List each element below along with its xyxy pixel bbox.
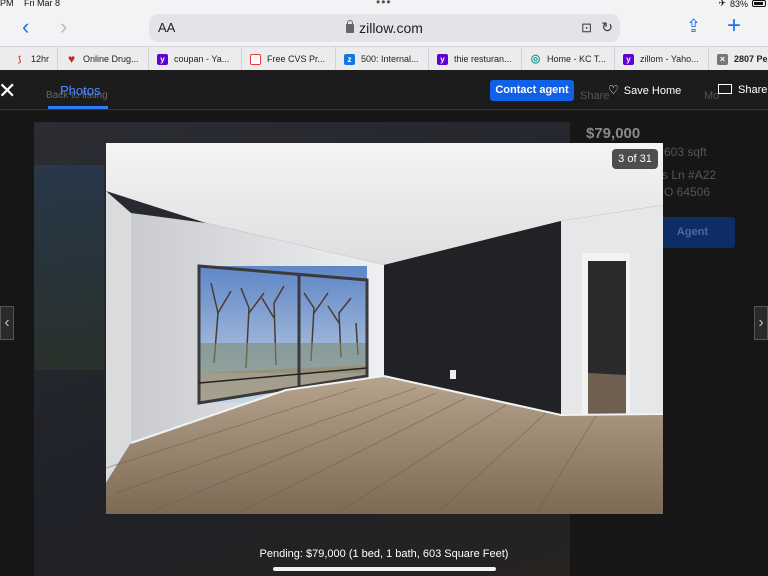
status-date: Fri Mar 8	[24, 0, 61, 8]
backdrop-thumbnail	[34, 165, 104, 370]
bookmark-label: zillom - Yaho...	[640, 54, 699, 64]
bookmark-item[interactable]: y zillom - Yaho...	[615, 47, 709, 70]
bookmarks-bar: ⟆ 12hr ♥ Online Drug... y coupan - Ya...…	[0, 46, 768, 70]
address-bar[interactable]: AA zillow.com ⊡ ↻	[149, 14, 620, 42]
status-bar: PM Fri Mar 8 ••• ✈︎ 83%	[0, 0, 768, 10]
close-icon[interactable]: ✕	[0, 78, 16, 104]
photo-counter-badge: 3 of 31	[612, 149, 658, 169]
active-tab-indicator	[48, 106, 108, 109]
bookmark-item[interactable]: z 500: Internal...	[336, 47, 429, 70]
next-photo-arrow-icon[interactable]: ›	[754, 306, 768, 340]
bookmark-label: 2807 Pe	[734, 54, 768, 64]
pdf-icon: ⟆	[17, 54, 22, 64]
bookmark-label: Free CVS Pr...	[267, 54, 326, 64]
bookmark-label: coupan - Ya...	[174, 54, 230, 64]
cvs-icon	[250, 53, 261, 65]
reload-icon[interactable]: ↻	[601, 19, 613, 36]
new-tab-plus-icon[interactable]: +	[727, 12, 741, 40]
bookmark-item[interactable]: y coupan - Ya...	[149, 47, 242, 70]
yahoo-icon: y	[157, 53, 168, 65]
lock-icon	[346, 20, 355, 33]
bookmark-label: Online Drug...	[83, 54, 139, 64]
bookmark-item[interactable]: ◎ Home - KC T...	[522, 47, 615, 70]
wifi-icon: ✈︎	[718, 0, 726, 8]
bookmark-item[interactable]: × 2807 Pe	[709, 47, 768, 70]
backdrop-price: $79,000	[586, 125, 641, 142]
zillow-icon: z	[344, 53, 355, 65]
previous-photo-arrow-icon[interactable]: ‹	[0, 306, 14, 340]
status-time: PM	[0, 0, 14, 8]
envelope-icon	[718, 84, 732, 94]
home-indicator[interactable]	[273, 567, 496, 571]
contact-agent-button[interactable]: Contact agent	[490, 80, 574, 101]
backdrop-more: Mo	[704, 90, 720, 102]
heart-outline-icon: ♡	[608, 83, 619, 97]
bookmark-label: 12hr	[31, 54, 50, 64]
share-icon[interactable]: ⇪	[686, 16, 701, 37]
bookmark-label: Home - KC T...	[547, 54, 606, 64]
url-text: zillow.com	[359, 20, 423, 36]
close-tab-icon: ×	[717, 53, 728, 65]
tab-translate-icon[interactable]: ⊡	[581, 20, 592, 36]
backdrop-address-line: O 64506	[664, 185, 711, 199]
battery-percent: 83%	[729, 0, 748, 9]
listing-photo[interactable]	[106, 143, 663, 514]
bookmark-item[interactable]: y thie resturan...	[429, 47, 522, 70]
browser-toolbar: ‹ › AA zillow.com ⊡ ↻ ⇪ +	[0, 10, 768, 46]
backdrop-sqft: 603 sqft	[664, 145, 707, 159]
save-home-button[interactable]: ♡ Save Home	[608, 83, 681, 97]
bookmark-item[interactable]: Free CVS Pr...	[242, 47, 336, 70]
share-button[interactable]: Share	[718, 83, 767, 96]
bookmark-item[interactable]: ⟆ 12hr	[0, 47, 58, 70]
bookmark-label: 500: Internal...	[361, 54, 419, 64]
kc-icon: ◎	[530, 52, 541, 65]
backdrop-share: Share	[580, 90, 610, 102]
multitask-dots-icon[interactable]: •••	[376, 0, 392, 9]
share-label: Share	[738, 84, 768, 96]
forward-arrow-icon[interactable]: ›	[60, 14, 67, 40]
bookmark-item[interactable]: ♥ Online Drug...	[58, 47, 149, 70]
backdrop-address-line: s Ln #A22	[662, 168, 717, 182]
yahoo-icon: y	[623, 53, 634, 65]
heart-icon: ♥	[67, 51, 76, 66]
photo-caption: Pending: $79,000 (1 bed, 1 bath, 603 Squ…	[259, 548, 509, 560]
photo-viewer-header: ✕ Back to listing Photos Contact agent ♡…	[0, 70, 768, 110]
room-photo-illustration	[106, 143, 663, 514]
battery-icon	[752, 0, 766, 7]
save-home-label: Save Home	[623, 85, 682, 97]
back-arrow-icon[interactable]: ‹	[22, 14, 29, 40]
zillow-photo-viewer: PM Fri Mar 8 ••• ✈︎ 83% ‹ › AA zillow.co…	[0, 0, 768, 576]
bookmark-label: thie resturan...	[454, 54, 512, 64]
tab-photos[interactable]: Photos	[60, 83, 100, 98]
yahoo-icon: y	[437, 53, 448, 65]
